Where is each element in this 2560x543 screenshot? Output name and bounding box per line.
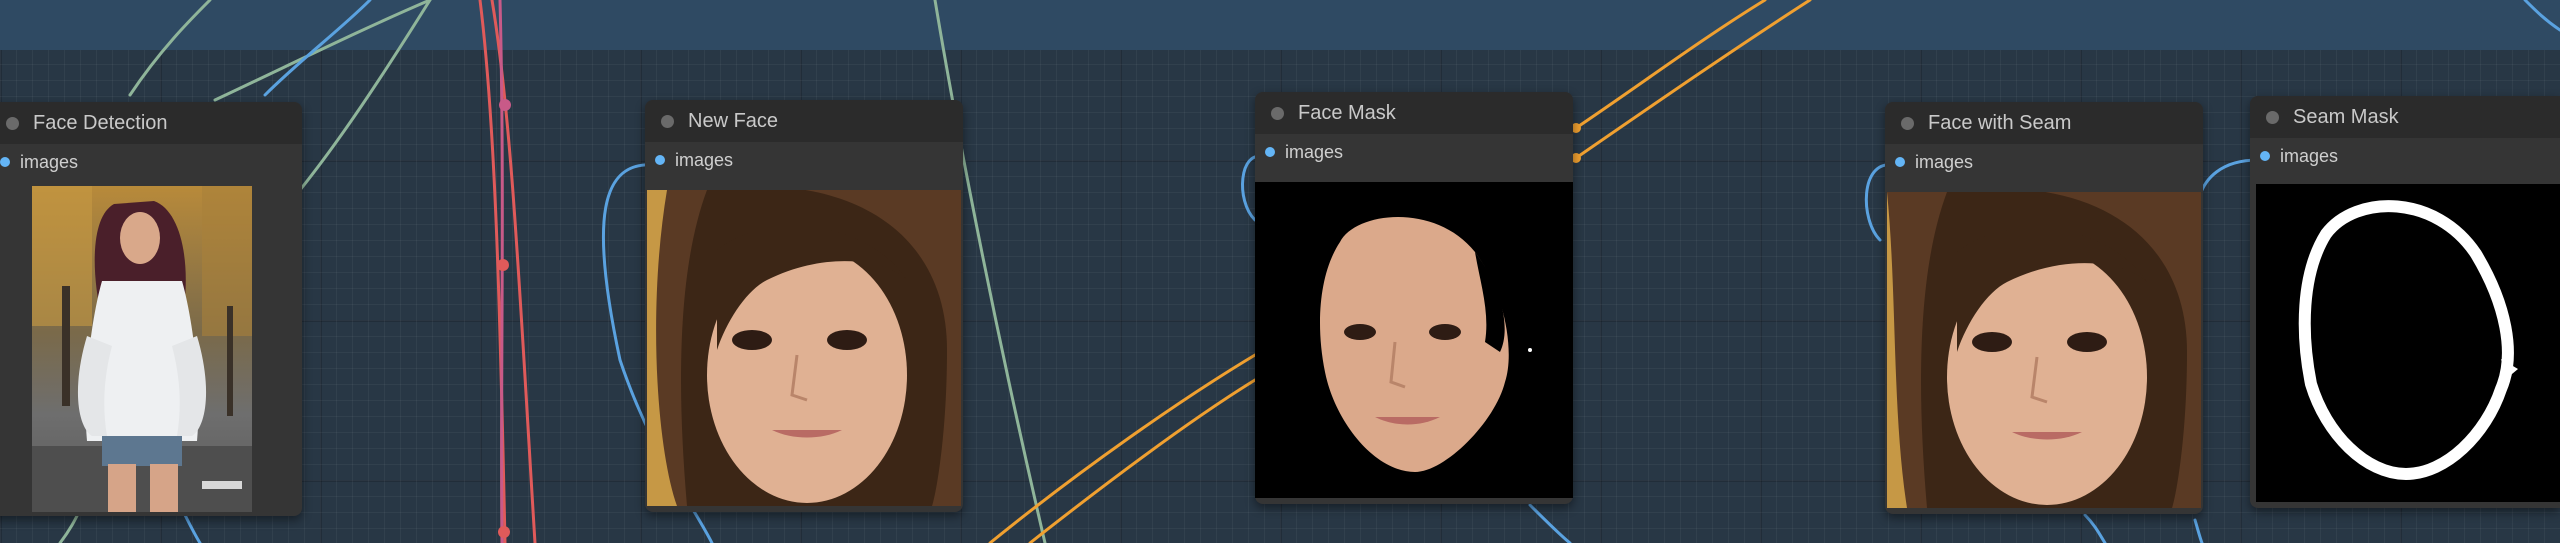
- slot-label: images: [675, 149, 734, 170]
- node-collapse-dot[interactable]: [661, 114, 674, 128]
- node-header[interactable]: Face Mask: [1255, 92, 1573, 134]
- photo-masked-face: [1255, 182, 1573, 498]
- node-title: Face Detection: [33, 111, 168, 134]
- node-collapse-dot[interactable]: [2266, 110, 2279, 124]
- node-header[interactable]: Seam Mask: [2250, 96, 2560, 138]
- wire-mask: [128, 0, 212, 97]
- wire-image: [1528, 503, 1572, 543]
- wire-image: [183, 513, 202, 543]
- slot-dot[interactable]: [1895, 157, 1905, 167]
- node-new-face[interactable]: New Face images: [645, 100, 963, 512]
- slot-dot[interactable]: [1265, 147, 1275, 157]
- wire-image: [2193, 518, 2204, 543]
- photo-seam-outline: [2256, 184, 2560, 502]
- slot-label: images: [2280, 145, 2339, 166]
- node-seam-mask[interactable]: Seam Mask images: [2250, 96, 2560, 508]
- slot-label: images: [20, 151, 79, 172]
- wire-orange: [1574, 0, 1767, 130]
- node-collapse-dot[interactable]: [1271, 106, 1284, 120]
- image-preview-full-body: [32, 186, 252, 512]
- input-slot-images[interactable]: images: [1885, 144, 2203, 180]
- slot-dot[interactable]: [655, 155, 665, 165]
- node-header[interactable]: Face Detection: [0, 102, 302, 144]
- input-slot-images[interactable]: images: [645, 142, 963, 178]
- image-preview-face-mask: [1255, 182, 1573, 498]
- photo-face-with-seam: [1887, 192, 2201, 508]
- wire-image: [2523, 0, 2560, 32]
- node-title: New Face: [688, 109, 779, 132]
- wire-red: [498, 0, 504, 543]
- slot-label: images: [1285, 141, 1344, 162]
- node-title: Seam Mask: [2293, 105, 2399, 128]
- wire-image: [2083, 513, 2107, 543]
- slot-dot[interactable]: [2260, 151, 2270, 161]
- photo-woman-full-body: [32, 186, 252, 512]
- wire-orange: [988, 353, 1257, 543]
- node-face-detection[interactable]: Face Detection images: [0, 102, 302, 516]
- reroute-dot: [498, 526, 510, 538]
- image-preview-face: [647, 190, 961, 506]
- node-collapse-dot[interactable]: [1901, 116, 1914, 130]
- node-face-with-seam[interactable]: Face with Seam images: [1885, 102, 2203, 514]
- input-slot-images[interactable]: images: [1255, 134, 1573, 170]
- input-slot-images[interactable]: images: [0, 144, 302, 180]
- slot-dot[interactable]: [0, 157, 10, 167]
- node-collapse-dot[interactable]: [6, 116, 19, 130]
- wire-orange: [1028, 378, 1257, 543]
- node-header[interactable]: Face with Seam: [1885, 102, 2203, 144]
- node-face-mask[interactable]: Face Mask images: [1255, 92, 1573, 504]
- wire-image: [263, 0, 372, 97]
- reroute-dot: [497, 259, 509, 271]
- reroute-dot: [499, 99, 511, 111]
- node-header[interactable]: New Face: [645, 100, 963, 142]
- wire-orange: [1574, 0, 1812, 160]
- image-preview-seam-mask: [2256, 184, 2560, 502]
- image-preview-face-seam: [1887, 192, 2201, 508]
- node-title: Face Mask: [1298, 101, 1396, 124]
- photo-face-crop: [647, 190, 961, 506]
- slot-label: images: [1915, 151, 1974, 172]
- node-title: Face with Seam: [1928, 111, 2072, 134]
- input-slot-images[interactable]: images: [2250, 138, 2560, 174]
